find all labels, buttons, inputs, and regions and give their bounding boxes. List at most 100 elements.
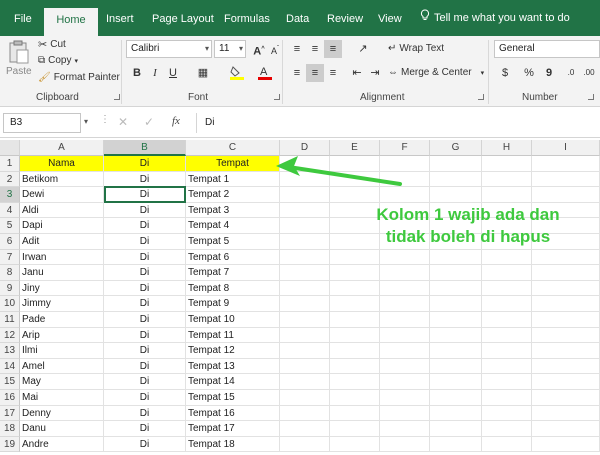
cell-i14[interactable] bbox=[532, 358, 600, 375]
cell-c11[interactable]: Tempat 10 bbox=[186, 312, 280, 328]
cell-b6[interactable]: Di bbox=[104, 234, 186, 250]
cell-a15[interactable]: May bbox=[20, 374, 104, 390]
font-name-select[interactable]: Calibri ▾ bbox=[126, 40, 212, 58]
cell-b12[interactable]: Di bbox=[104, 327, 186, 344]
cell-a12[interactable]: Arip bbox=[20, 327, 104, 344]
tab-insert[interactable]: Insert bbox=[106, 0, 134, 36]
percent-button[interactable]: % bbox=[520, 64, 538, 82]
cell-g17[interactable] bbox=[430, 405, 482, 422]
cell-b5[interactable]: Di bbox=[104, 218, 186, 234]
cell-b16[interactable]: Di bbox=[104, 390, 186, 406]
font-color-button[interactable]: A bbox=[256, 64, 274, 82]
cell-i15[interactable] bbox=[532, 374, 600, 390]
column-header-g[interactable]: G bbox=[430, 140, 482, 156]
tab-file[interactable]: File bbox=[14, 0, 32, 36]
orientation-icon[interactable]: ↗ bbox=[354, 40, 372, 58]
clipboard-launcher-icon[interactable] bbox=[114, 94, 120, 100]
cell-g12[interactable] bbox=[430, 327, 482, 344]
cell-a18[interactable]: Danu bbox=[20, 421, 104, 437]
cell-b4[interactable]: Di bbox=[104, 202, 186, 219]
cell-a6[interactable]: Adit bbox=[20, 234, 104, 250]
decrease-decimal-icon[interactable]: .00 bbox=[580, 64, 598, 82]
cell-d11[interactable] bbox=[280, 312, 330, 328]
align-center-icon[interactable]: ≡ bbox=[306, 64, 324, 82]
cell-c18[interactable]: Tempat 17 bbox=[186, 421, 280, 437]
cell-c13[interactable]: Tempat 12 bbox=[186, 343, 280, 359]
cell-c10[interactable]: Tempat 9 bbox=[186, 296, 280, 312]
cell-g11[interactable] bbox=[430, 312, 482, 328]
cell-a3[interactable]: Dewi bbox=[20, 187, 104, 203]
cell-b13[interactable]: Di bbox=[104, 343, 186, 359]
cell-d16[interactable] bbox=[280, 390, 330, 406]
tab-data[interactable]: Data bbox=[286, 0, 309, 36]
cell-g7[interactable] bbox=[430, 249, 482, 266]
enter-icon[interactable]: ✓ bbox=[144, 115, 154, 129]
cell-i10[interactable] bbox=[532, 296, 600, 312]
row-header[interactable]: 1 bbox=[0, 156, 20, 172]
cell-g13[interactable] bbox=[430, 343, 482, 359]
cell-e16[interactable] bbox=[330, 390, 380, 406]
cell-d10[interactable] bbox=[280, 296, 330, 312]
row-header[interactable]: 6 bbox=[0, 234, 20, 250]
cell-h15[interactable] bbox=[482, 374, 532, 390]
cell-d15[interactable] bbox=[280, 374, 330, 390]
middle-align-icon[interactable]: ≡ bbox=[306, 40, 324, 58]
cell-f9[interactable] bbox=[380, 280, 430, 297]
row-header[interactable]: 10 bbox=[0, 296, 20, 312]
cell-e10[interactable] bbox=[330, 296, 380, 312]
column-header-a[interactable]: A bbox=[20, 140, 104, 156]
cell-a2[interactable]: Betikom bbox=[20, 171, 104, 188]
comma-style-button[interactable]: 9 bbox=[540, 64, 558, 82]
cell-c9[interactable]: Tempat 8 bbox=[186, 280, 280, 297]
cell-e7[interactable] bbox=[330, 249, 380, 266]
paste-button[interactable]: Paste bbox=[6, 40, 32, 77]
cell-b17[interactable]: Di bbox=[104, 405, 186, 422]
top-align-icon[interactable]: ≡ bbox=[288, 40, 306, 58]
cell-f15[interactable] bbox=[380, 374, 430, 390]
cell-d9[interactable] bbox=[280, 280, 330, 297]
cell-a10[interactable]: Jimmy bbox=[20, 296, 104, 312]
cell-e12[interactable] bbox=[330, 327, 380, 344]
cell-b8[interactable]: Di bbox=[104, 265, 186, 281]
cell-g15[interactable] bbox=[430, 374, 482, 390]
row-header[interactable]: 16 bbox=[0, 390, 20, 406]
cell-g10[interactable] bbox=[430, 296, 482, 312]
cell-f11[interactable] bbox=[380, 312, 430, 328]
cell-f13[interactable] bbox=[380, 343, 430, 359]
row-header[interactable]: 13 bbox=[0, 343, 20, 359]
cell-e13[interactable] bbox=[330, 343, 380, 359]
number-format-select[interactable]: General bbox=[494, 40, 600, 58]
cell-a11[interactable]: Pade bbox=[20, 312, 104, 328]
insert-function-button[interactable]: fx bbox=[172, 115, 180, 127]
cell-d8[interactable] bbox=[280, 265, 330, 281]
cell-h14[interactable] bbox=[482, 358, 532, 375]
cell-h7[interactable] bbox=[482, 249, 532, 266]
underline-button[interactable]: U bbox=[164, 64, 182, 82]
cell-g2[interactable] bbox=[430, 171, 482, 188]
cell-i2[interactable] bbox=[532, 171, 600, 188]
row-header[interactable]: 4 bbox=[0, 202, 20, 219]
cell-i1[interactable] bbox=[532, 156, 600, 172]
cell-i9[interactable] bbox=[532, 280, 600, 297]
cell-i17[interactable] bbox=[532, 405, 600, 422]
row-header[interactable]: 15 bbox=[0, 374, 20, 390]
cell-c17[interactable]: Tempat 16 bbox=[186, 405, 280, 422]
align-left-icon[interactable]: ≡ bbox=[288, 64, 306, 82]
row-header[interactable]: 8 bbox=[0, 265, 20, 281]
font-size-select[interactable]: 11 ▾ bbox=[214, 40, 246, 58]
cell-a13[interactable]: Ilmi bbox=[20, 343, 104, 359]
cell-d7[interactable] bbox=[280, 249, 330, 266]
cell-i12[interactable] bbox=[532, 327, 600, 344]
cell-g1[interactable] bbox=[430, 156, 482, 172]
cell-i8[interactable] bbox=[532, 265, 600, 281]
cell-c16[interactable]: Tempat 15 bbox=[186, 390, 280, 406]
tab-formulas[interactable]: Formulas bbox=[224, 0, 270, 36]
cell-a16[interactable]: Mai bbox=[20, 390, 104, 406]
column-header-i[interactable]: I bbox=[532, 140, 600, 156]
cell-a19[interactable]: Andre bbox=[20, 436, 104, 453]
cell-e15[interactable] bbox=[330, 374, 380, 390]
row-header[interactable]: 18 bbox=[0, 421, 20, 437]
cell-d17[interactable] bbox=[280, 405, 330, 422]
align-right-icon[interactable]: ≡ bbox=[324, 64, 342, 82]
tab-home[interactable]: Home bbox=[44, 8, 98, 36]
